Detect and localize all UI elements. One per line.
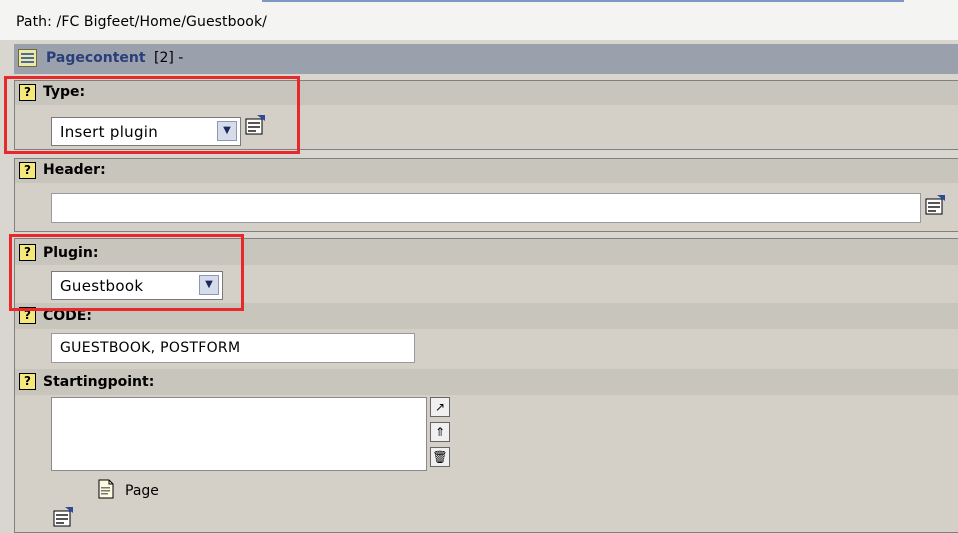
type-label: Type:: [43, 84, 86, 100]
header-label: Header:: [43, 162, 106, 178]
plugin-select-value: Guestbook: [60, 277, 144, 295]
chevron-down-icon[interactable]: ▼: [217, 121, 237, 141]
type-section: ? Type: Insert plugin ▼: [14, 80, 958, 150]
delete-icon[interactable]: 🗑: [430, 447, 450, 467]
header-section: ? Header:: [14, 158, 958, 232]
table-icon: [18, 49, 37, 67]
plugin-label-bar: [15, 239, 958, 265]
pagecontent-header: Pagecontent [2] -: [14, 44, 958, 74]
header-label-bar: [15, 159, 958, 183]
code-label-bar: [15, 303, 958, 329]
help-icon[interactable]: ?: [19, 373, 36, 390]
help-icon[interactable]: ?: [19, 307, 36, 324]
startingpoint-label: Startingpoint:: [43, 374, 155, 390]
code-label: CODE:: [43, 308, 92, 324]
plugin-section: ? Plugin: Guestbook ▼ ? CODE: GUESTBOOK,…: [14, 238, 958, 533]
code-input-value: GUESTBOOK, POSTFORM: [60, 340, 241, 356]
pagecontent-count: [2] -: [154, 50, 184, 66]
type-select[interactable]: Insert plugin ▼: [51, 117, 241, 146]
pagecontent-title: Pagecontent: [46, 50, 146, 66]
page-icon: [98, 479, 114, 499]
startingpoint-label-bar: [15, 369, 958, 395]
help-icon[interactable]: ?: [19, 84, 36, 101]
type-select-value: Insert plugin: [60, 123, 159, 141]
plugin-select[interactable]: Guestbook ▼: [51, 271, 223, 300]
plugin-label: Plugin:: [43, 245, 99, 261]
startingpoint-page-label: Page: [125, 483, 159, 499]
chevron-down-icon[interactable]: ▼: [199, 275, 219, 295]
browse-icon[interactable]: ↗: [430, 397, 450, 417]
wizard-icon[interactable]: [923, 193, 947, 217]
header-input[interactable]: [51, 193, 921, 223]
startingpoint-list[interactable]: [51, 397, 427, 471]
path-bar-line: [262, 0, 904, 2]
wizard-icon[interactable]: [51, 505, 75, 529]
wizard-icon[interactable]: [243, 113, 267, 137]
code-input[interactable]: GUESTBOOK, POSTFORM: [51, 333, 415, 363]
type-label-bar: [15, 81, 958, 105]
help-icon[interactable]: ?: [19, 244, 36, 261]
help-icon[interactable]: ?: [19, 162, 36, 179]
path-bar: Path: /FC Bigfeet/Home/Guestbook/: [0, 0, 958, 40]
move-top-icon[interactable]: ⇑: [430, 422, 450, 442]
path-text: Path: /FC Bigfeet/Home/Guestbook/: [16, 14, 267, 30]
